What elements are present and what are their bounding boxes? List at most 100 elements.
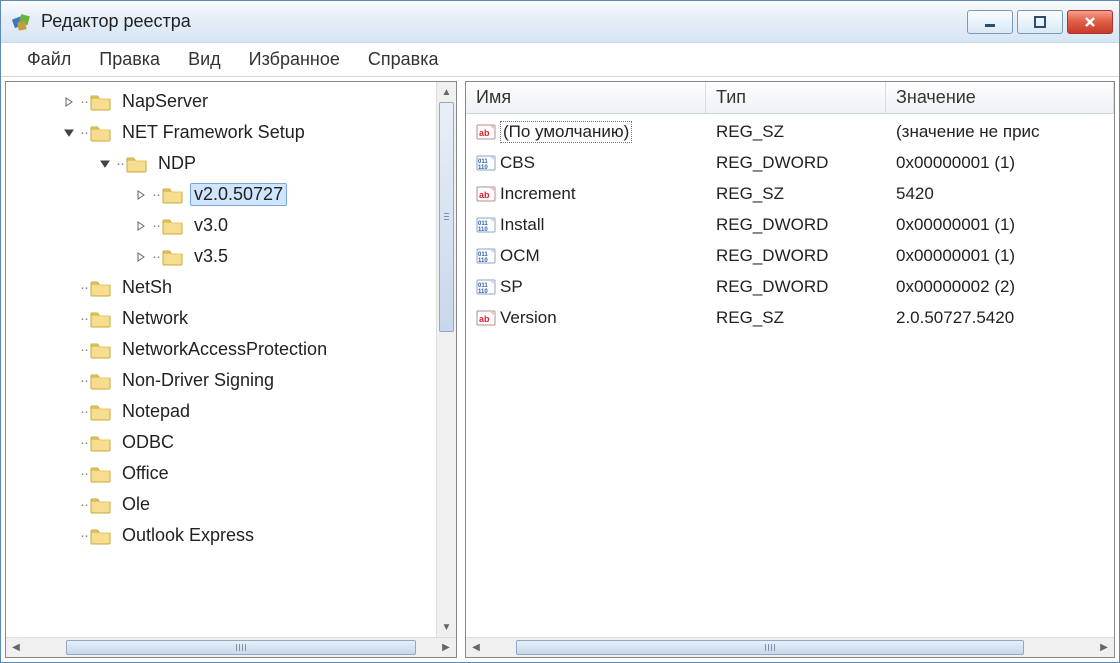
scroll-left-icon[interactable]: ◀ — [466, 638, 486, 657]
list-horizontal-scrollbar[interactable]: ◀ ▶ — [466, 637, 1114, 657]
tree-guide-dots: ·· — [152, 217, 160, 234]
tree-guide-dots: ·· — [80, 465, 88, 482]
column-header-name[interactable]: Имя — [466, 82, 706, 113]
expand-icon[interactable] — [62, 95, 76, 109]
tree-guide-dots: ·· — [80, 403, 88, 420]
tree-item[interactable]: ·· NetSh — [6, 272, 456, 303]
folder-icon — [90, 496, 112, 514]
minimize-button[interactable] — [967, 10, 1013, 34]
menu-file[interactable]: Файл — [13, 45, 85, 74]
value-name: Install — [500, 215, 544, 235]
tree-item[interactable]: ·· Non-Driver Signing — [6, 365, 456, 396]
scroll-thumb[interactable] — [66, 640, 416, 655]
tree-guide-dots: ·· — [80, 372, 88, 389]
value-row[interactable]: 011 110 CBSREG_DWORD0x00000001 (1) — [466, 147, 1114, 178]
value-data: 0x00000001 (1) — [886, 246, 1114, 266]
scroll-right-icon[interactable]: ▶ — [1094, 638, 1114, 657]
binary-value-icon: 011 110 — [476, 278, 496, 296]
value-row[interactable]: 011 110 InstallREG_DWORD0x00000001 (1) — [466, 209, 1114, 240]
tree-pane: ·· NapServer·· NET Framework Setup·· NDP… — [5, 81, 457, 658]
close-button[interactable] — [1067, 10, 1113, 34]
tree-item-label: NET Framework Setup — [122, 122, 305, 142]
binary-value-icon: 011 110 — [476, 154, 496, 172]
scroll-right-icon[interactable]: ▶ — [436, 638, 456, 657]
column-header-value[interactable]: Значение — [886, 82, 1114, 113]
scroll-track[interactable] — [26, 638, 436, 657]
tree-guide-dots: ·· — [152, 248, 160, 265]
tree-item[interactable]: ·· NetworkAccessProtection — [6, 334, 456, 365]
window-title: Редактор реестра — [41, 11, 967, 32]
tree-item-label: NetworkAccessProtection — [122, 339, 327, 359]
menu-favorites[interactable]: Избранное — [235, 45, 354, 74]
tree-leaf-icon — [62, 405, 76, 419]
tree-item[interactable]: ·· Notepad — [6, 396, 456, 427]
tree-guide-dots: ·· — [80, 310, 88, 327]
menu-help[interactable]: Справка — [354, 45, 453, 74]
maximize-button[interactable] — [1017, 10, 1063, 34]
tree-item[interactable]: ·· v3.0 — [6, 210, 456, 241]
tree-item-label: v3.5 — [194, 246, 228, 266]
values-list[interactable]: ab (По умолчанию)REG_SZ(значение не прис… — [466, 114, 1114, 333]
tree-horizontal-scrollbar[interactable]: ◀ ▶ — [6, 637, 456, 657]
tree-item-label: v3.0 — [194, 215, 228, 235]
tree-item[interactable]: ·· Network — [6, 303, 456, 334]
expand-icon[interactable] — [134, 219, 148, 233]
value-name: CBS — [500, 153, 535, 173]
svg-text:110: 110 — [478, 258, 488, 264]
string-value-icon: ab — [476, 123, 496, 141]
tree-item[interactable]: ·· NDP — [6, 148, 456, 179]
tree-guide-dots: ·· — [80, 434, 88, 451]
tree-item-label: Network — [122, 308, 188, 328]
tree-item[interactable]: ·· Ole — [6, 489, 456, 520]
folder-icon — [90, 465, 112, 483]
value-type: REG_DWORD — [706, 215, 886, 235]
expand-icon[interactable] — [134, 250, 148, 264]
scroll-down-icon[interactable]: ▼ — [437, 617, 456, 637]
value-row[interactable]: ab VersionREG_SZ2.0.50727.5420 — [466, 302, 1114, 333]
value-type: REG_SZ — [706, 122, 886, 142]
folder-icon — [126, 155, 148, 173]
svg-text:ab: ab — [479, 128, 490, 138]
scroll-thumb[interactable] — [516, 640, 1024, 655]
collapse-icon[interactable] — [62, 126, 76, 140]
value-data: 0x00000002 (2) — [886, 277, 1114, 297]
scroll-left-icon[interactable]: ◀ — [6, 638, 26, 657]
column-header-type[interactable]: Тип — [706, 82, 886, 113]
tree-leaf-icon — [62, 343, 76, 357]
tree-vertical-scrollbar[interactable]: ▲ ▼ — [436, 82, 456, 637]
value-row[interactable]: ab IncrementREG_SZ5420 — [466, 178, 1114, 209]
main-split: ·· NapServer·· NET Framework Setup·· NDP… — [1, 77, 1119, 662]
folder-icon — [162, 217, 184, 235]
registry-tree[interactable]: ·· NapServer·· NET Framework Setup·· NDP… — [6, 82, 456, 555]
value-row[interactable]: ab (По умолчанию)REG_SZ(значение не прис — [466, 116, 1114, 147]
folder-icon — [90, 279, 112, 297]
tree-item[interactable]: ·· Office — [6, 458, 456, 489]
list-scroll: ab (По умолчанию)REG_SZ(значение не прис… — [466, 114, 1114, 637]
collapse-icon[interactable] — [98, 157, 112, 171]
tree-item[interactable]: ·· v3.5 — [6, 241, 456, 272]
menu-view[interactable]: Вид — [174, 45, 235, 74]
tree-item[interactable]: ·· v2.0.50727 — [6, 179, 456, 210]
folder-icon — [90, 372, 112, 390]
folder-icon — [90, 403, 112, 421]
scroll-up-icon[interactable]: ▲ — [437, 82, 456, 102]
tree-item[interactable]: ·· NapServer — [6, 86, 456, 117]
expand-icon[interactable] — [134, 188, 148, 202]
tree-item[interactable]: ·· NET Framework Setup — [6, 117, 456, 148]
value-type: REG_SZ — [706, 184, 886, 204]
tree-item[interactable]: ·· ODBC — [6, 427, 456, 458]
value-row[interactable]: 011 110 SPREG_DWORD0x00000002 (2) — [466, 271, 1114, 302]
value-name: Version — [500, 308, 557, 328]
tree-item[interactable]: ·· Outlook Express — [6, 520, 456, 551]
menubar: Файл Правка Вид Избранное Справка — [1, 43, 1119, 77]
menu-edit[interactable]: Правка — [85, 45, 174, 74]
tree-leaf-icon — [62, 312, 76, 326]
scroll-thumb[interactable] — [439, 102, 454, 332]
binary-value-icon: 011 110 — [476, 216, 496, 234]
scroll-track[interactable] — [486, 638, 1094, 657]
value-row[interactable]: 011 110 OCMREG_DWORD0x00000001 (1) — [466, 240, 1114, 271]
tree-guide-dots: ·· — [152, 186, 160, 203]
tree-leaf-icon — [62, 281, 76, 295]
folder-icon — [162, 186, 184, 204]
scroll-track[interactable] — [437, 102, 456, 617]
